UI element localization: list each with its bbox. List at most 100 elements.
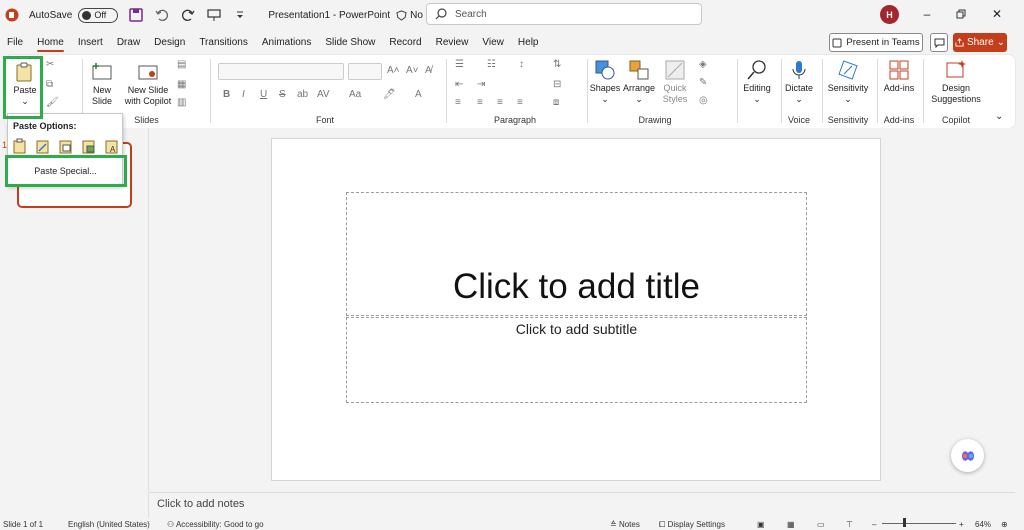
slide-show-icon[interactable]: ⊤ (846, 520, 853, 529)
new-slide-button[interactable]: New Slide (87, 61, 117, 107)
paste-use-destination-theme-icon[interactable] (13, 138, 27, 154)
subtitle-placeholder[interactable]: Click to add subtitle (346, 317, 807, 403)
customize-toolbar-icon[interactable] (232, 7, 248, 23)
collapse-ribbon-icon[interactable]: ⌄ (995, 111, 1003, 122)
zoom-in-icon[interactable]: + (959, 520, 964, 529)
zoom-slider[interactable] (882, 523, 956, 524)
tab-insert[interactable]: Insert (71, 30, 110, 55)
tab-help[interactable]: Help (511, 30, 546, 55)
document-title: Presentation1 - PowerPoint (268, 9, 391, 21)
font-color-icon[interactable]: A (415, 89, 422, 100)
shapes-button[interactable]: Shapes ⌄ (590, 59, 620, 105)
highlight-icon[interactable]: 🖊 (383, 89, 396, 100)
editing-button[interactable]: Editing ⌄ (740, 59, 774, 105)
paste-keep-text-only-icon[interactable]: A (105, 138, 119, 154)
numbering-icon[interactable]: ☷ (487, 59, 496, 70)
zoom-level[interactable]: 64% (975, 520, 991, 529)
bold-icon[interactable]: B (223, 89, 230, 100)
reset-icon[interactable]: ▦ (177, 79, 186, 90)
cut-icon[interactable]: ✂ (46, 59, 54, 70)
arrange-button[interactable]: Arrange ⌄ (622, 59, 656, 105)
zoom-out-icon[interactable]: – (872, 520, 876, 529)
subtitle-placeholder-text: Click to add subtitle (515, 321, 638, 337)
save-icon[interactable] (128, 7, 144, 23)
increase-indent-icon[interactable]: ⇥ (477, 79, 485, 90)
increase-font-icon[interactable]: A˄ (387, 65, 400, 76)
copy-icon[interactable]: ⧉ (46, 79, 53, 90)
italic-icon[interactable]: I (242, 89, 245, 100)
zoom-slider-thumb[interactable] (903, 518, 906, 527)
tab-record[interactable]: Record (382, 30, 428, 55)
shape-outline-icon[interactable]: ✎ (699, 77, 707, 88)
align-center-icon[interactable]: ≡ (477, 97, 483, 108)
redo-icon[interactable] (180, 7, 196, 23)
restore-icon[interactable] (951, 5, 971, 23)
language-status[interactable]: English (United States) (68, 520, 150, 529)
tab-home[interactable]: Home (30, 30, 71, 55)
close-icon[interactable]: ✕ (987, 5, 1007, 23)
tab-review[interactable]: Review (429, 30, 476, 55)
smartart-icon[interactable]: ⧈ (553, 97, 559, 108)
paste-picture-icon[interactable] (59, 138, 73, 154)
line-spacing-icon[interactable]: ↕ (519, 59, 524, 70)
tab-slide-show[interactable]: Slide Show (318, 30, 382, 55)
arrange-icon (629, 60, 649, 80)
title-placeholder[interactable]: Click to add title (346, 192, 807, 316)
slide-sorter-icon[interactable]: ▦ (787, 520, 795, 529)
justify-icon[interactable]: ≡ (517, 97, 523, 108)
sensitivity-button[interactable]: Sensitivity ⌄ (825, 59, 871, 105)
quick-styles-label-1: Quick (663, 83, 687, 93)
search-input[interactable]: Search (426, 3, 702, 25)
autosave-toggle[interactable]: Off (78, 7, 119, 23)
font-name-field[interactable] (218, 63, 344, 80)
tab-file[interactable]: File (0, 30, 30, 55)
tab-view[interactable]: View (475, 30, 511, 55)
layout-icon[interactable]: ▤ (177, 59, 186, 70)
tab-draw[interactable]: Draw (110, 30, 147, 55)
align-right-icon[interactable]: ≡ (497, 97, 503, 108)
share-button[interactable]: Share ⌄ (953, 33, 1007, 52)
normal-view-icon[interactable]: ▣ (757, 520, 765, 529)
design-suggestions-button[interactable]: Design Suggestions (927, 59, 985, 105)
strikethrough-icon[interactable]: S (279, 89, 286, 100)
tab-design[interactable]: Design (147, 30, 192, 55)
decrease-font-icon[interactable]: A˅ (406, 65, 419, 76)
minimize-icon[interactable]: – (917, 5, 937, 23)
group-divider (210, 59, 211, 123)
notes-toggle[interactable]: ≙ Notes (610, 520, 640, 529)
align-text-icon[interactable]: ⊟ (553, 79, 561, 90)
change-case-icon[interactable]: Aa (349, 89, 361, 100)
undo-icon[interactable] (154, 7, 170, 23)
dictate-button[interactable]: Dictate ⌄ (783, 59, 815, 105)
shape-effects-icon[interactable]: ◎ (699, 95, 708, 106)
tab-transitions[interactable]: Transitions (192, 30, 255, 55)
present-in-teams-button[interactable]: Present in Teams (829, 33, 923, 52)
accessibility-status[interactable]: ⚇ Accessibility: Good to go (167, 520, 264, 529)
notes-pane[interactable]: Click to add notes (149, 492, 1015, 518)
text-direction-icon[interactable]: ⇅ (553, 59, 561, 70)
character-spacing-icon[interactable]: AV (317, 89, 330, 100)
format-painter-icon[interactable]: 🖌 (46, 97, 59, 108)
align-left-icon[interactable]: ≡ (455, 97, 461, 108)
fit-to-window-icon[interactable]: ⊕ (1001, 520, 1008, 529)
decrease-indent-icon[interactable]: ⇤ (455, 79, 463, 90)
paste-keep-source-formatting-icon[interactable] (36, 138, 50, 154)
bullets-icon[interactable]: ☰ (455, 59, 464, 70)
add-ins-button[interactable]: Add-ins (880, 59, 918, 94)
section-icon[interactable]: ▥ (177, 97, 186, 108)
tab-animations[interactable]: Animations (255, 30, 318, 55)
underline-icon[interactable]: U (260, 89, 267, 100)
avatar[interactable]: H (880, 5, 899, 24)
new-slide-with-copilot-button[interactable]: New Slide with Copilot (122, 61, 174, 107)
display-settings-button[interactable]: ⧠ Display Settings (659, 520, 725, 530)
text-shadow-icon[interactable]: ab (297, 89, 308, 100)
clear-formatting-icon[interactable]: A̸ (425, 65, 432, 76)
paste-embed-icon[interactable] (82, 138, 96, 154)
presentation-start-icon[interactable] (206, 7, 222, 23)
reading-view-icon[interactable]: ▭ (817, 520, 825, 529)
copilot-button[interactable] (951, 439, 984, 472)
font-size-field[interactable] (348, 63, 382, 80)
shape-fill-icon[interactable]: ◈ (699, 59, 707, 70)
comments-button[interactable] (930, 33, 948, 52)
quick-styles-button[interactable]: Quick Styles (657, 59, 693, 105)
